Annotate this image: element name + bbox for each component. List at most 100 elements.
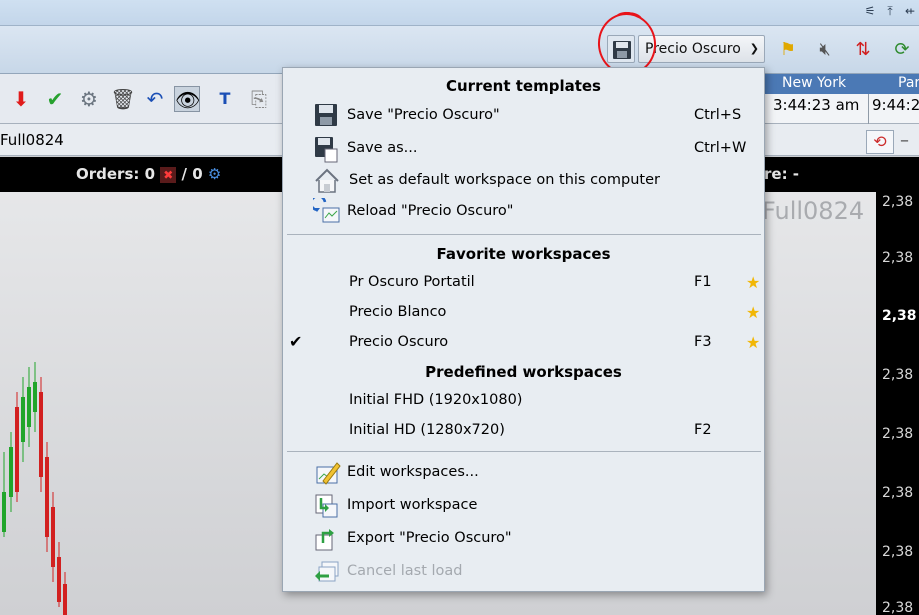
workspace-select[interactable]: Precio Oscuro ❯	[638, 35, 765, 63]
chart-watermark: Full0824	[762, 197, 865, 225]
menu-item-label: Save as...	[347, 140, 418, 156]
price-tick: 2,38	[882, 600, 914, 615]
price-tick: 2,38	[882, 250, 914, 266]
sell-arrow-icon[interactable]: ⬇	[8, 86, 34, 112]
menu-item-set-default[interactable]: Set as default workspace on this compute…	[283, 166, 764, 196]
pin-icon[interactable]: ⚟	[862, 3, 878, 19]
section-predefined-workspaces: Predefined workspaces	[425, 363, 622, 381]
chart-title: Full0824	[0, 131, 64, 149]
candle	[27, 387, 31, 427]
orders-count: Orders: 0	[76, 165, 156, 183]
menu-item-shortcut: Ctrl+W	[694, 140, 747, 156]
menu-item-edit-workspaces[interactable]: Edit workspaces...	[283, 458, 764, 488]
menu-item-label: Set as default workspace on this compute…	[349, 172, 660, 188]
menu-item-label: Pr Oscuro Portatil	[349, 274, 475, 290]
clock-time-2: 9:44:2	[872, 96, 919, 114]
chart-refresh-button[interactable]: ⟲	[866, 130, 894, 154]
favorite-star-icon[interactable]: ★	[746, 273, 760, 292]
cancel-orders-icon[interactable]: ⚙	[76, 86, 102, 112]
connection-status-icon[interactable]: ⇅	[849, 36, 877, 64]
menu-item-label: Edit workspaces...	[347, 464, 479, 480]
section-current-templates: Current templates	[446, 77, 601, 95]
price-tick: 2,38	[882, 426, 914, 442]
price-axis: 2,38 2,38 2,38 2,38 2,38 2,38 2,38 2,38	[876, 192, 919, 615]
menu-item-save[interactable]: Save "Precio Oscuro" Ctrl+S	[283, 101, 764, 131]
menu-separator	[287, 451, 761, 452]
trash-icon[interactable]: 🗑︎	[110, 86, 136, 112]
import-icon	[313, 492, 343, 520]
reload-icon	[309, 194, 343, 226]
orders-summary: Orders: 0 ✖ / 0 ⚙	[76, 165, 221, 183]
workspace-select-value: Precio Oscuro	[645, 41, 741, 57]
mute-sound-icon[interactable]: 🔇︎	[811, 36, 839, 64]
candle	[51, 507, 55, 567]
menu-item-label: Save "Precio Oscuro"	[347, 107, 500, 123]
menu-item-label: Precio Oscuro	[349, 334, 449, 350]
undo-cursor-icon[interactable]: ↶	[142, 86, 168, 112]
menu-item-label: Initial FHD (1920x1080)	[349, 392, 523, 408]
candle	[21, 397, 25, 442]
menu-item-label: Cancel last load	[347, 563, 463, 579]
section-favorite-workspaces: Favorite workspaces	[436, 245, 611, 263]
chart-toolbar: ⬇ ✔ ⚙ 🗑︎ ↶ 👁︎ T ⎘	[0, 74, 282, 124]
menu-item-export-workspace[interactable]: Export "Precio Oscuro"	[283, 524, 764, 554]
menu-item-favorite-precio-oscuro[interactable]: ✔ Precio Oscuro F3 ★	[283, 328, 764, 358]
menu-item-label: Reload "Precio Oscuro"	[347, 203, 514, 219]
price-tick: 2,38	[882, 194, 914, 210]
price-tick-current: 2,38	[882, 308, 917, 324]
menu-item-import-workspace[interactable]: Import workspace	[283, 491, 764, 521]
price-tick: 2,38	[882, 544, 914, 560]
menu-item-favorite-precio-blanco[interactable]: Precio Blanco ★	[283, 298, 764, 328]
clock-divider	[868, 94, 869, 124]
menu-item-save-as[interactable]: Save as... Ctrl+W	[283, 134, 764, 164]
menu-item-cancel-last-load: Cancel last load	[283, 557, 764, 587]
menu-item-label: Initial HD (1280x720)	[349, 422, 505, 438]
menu-separator	[287, 234, 761, 235]
price-tick: 2,38	[882, 367, 914, 383]
unpin-icon[interactable]: ⇷	[902, 3, 918, 19]
watch-eye-icon[interactable]: 👁︎	[174, 86, 200, 112]
candle	[2, 492, 6, 532]
confirm-check-icon[interactable]: ✔	[42, 86, 68, 112]
world-clocks: New York Par 3:44:23 am 9:44:2	[764, 74, 919, 124]
candle	[9, 447, 13, 497]
copy-icon[interactable]: ⎘	[246, 86, 272, 112]
text-tool-icon[interactable]: T	[212, 86, 238, 112]
candle	[45, 457, 49, 537]
cancel-orders-x-icon[interactable]: ✖	[160, 166, 177, 183]
clock-city-1: New York	[782, 75, 847, 91]
chevron-down-icon: ❯	[749, 42, 759, 55]
menu-item-label: Precio Blanco	[349, 304, 447, 320]
dock-icon[interactable]: ⤒	[882, 3, 898, 19]
candlestick-series	[2, 362, 67, 615]
candle	[39, 392, 43, 477]
orders-right-label: re: -	[764, 165, 800, 183]
clock-time-1: 3:44:23 am	[773, 96, 860, 114]
orders-settings-icon[interactable]: ⚙	[208, 165, 221, 183]
menu-item-predefined-hd[interactable]: Initial HD (1280x720) F2	[283, 416, 764, 446]
sync-icon[interactable]: ⟳	[888, 36, 916, 64]
favorite-star-icon[interactable]: ★	[746, 333, 760, 352]
price-tick: 2,38	[882, 485, 914, 501]
top-strip: ⚟ ⤒ ⇷	[0, 0, 919, 26]
home-icon	[313, 167, 343, 195]
candle	[63, 584, 67, 615]
checkmark-icon: ✔	[289, 332, 303, 351]
menu-item-label: Export "Precio Oscuro"	[347, 530, 512, 546]
undo-load-icon	[313, 558, 343, 586]
clock-city-2: Par	[898, 75, 919, 91]
save-as-icon	[313, 135, 343, 163]
floppy-disk-icon	[313, 102, 343, 130]
minimize-chart-button[interactable]: –	[900, 130, 919, 154]
export-icon	[313, 525, 343, 553]
menu-item-reload[interactable]: Reload "Precio Oscuro"	[283, 194, 764, 227]
alert-flag-icon[interactable]: ⚑	[774, 36, 802, 64]
orders-secondary-count: / 0	[181, 165, 203, 183]
workspace-menu: Current templates Save "Precio Oscuro" C…	[282, 67, 765, 592]
menu-item-favorite-pr-oscuro-portatil[interactable]: Pr Oscuro Portatil F1 ★	[283, 268, 764, 298]
menu-item-shortcut: Ctrl+S	[694, 107, 742, 123]
candle	[33, 382, 37, 412]
favorite-star-icon[interactable]: ★	[746, 303, 760, 322]
menu-item-predefined-fhd[interactable]: Initial FHD (1920x1080)	[283, 386, 764, 416]
refresh-icon: ⟲	[873, 132, 887, 151]
